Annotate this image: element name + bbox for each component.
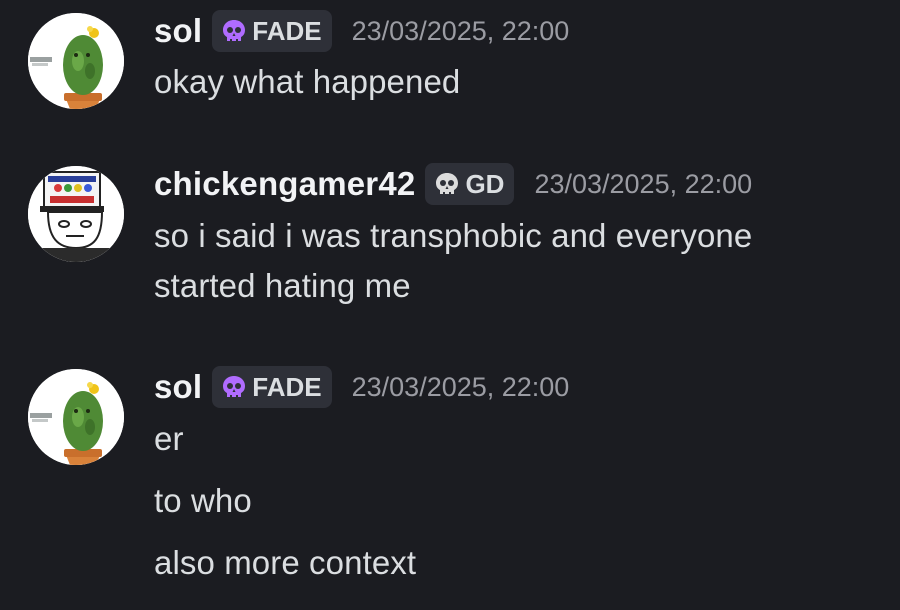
message-header: sol FADE 23/03/2025, 22:00 <box>154 10 569 52</box>
cactus-avatar-icon <box>28 369 124 465</box>
username[interactable]: sol <box>154 368 202 406</box>
chat-message-list: sol FADE 23/03/2025, 22:00 okay what hap… <box>0 0 900 610</box>
username[interactable]: chickengamer42 <box>154 165 415 203</box>
server-tag[interactable]: FADE <box>212 366 332 408</box>
skull-icon <box>223 376 246 397</box>
message-text: started hating me <box>154 267 411 304</box>
message-text: to who <box>154 482 252 519</box>
avatar[interactable] <box>28 13 124 109</box>
message-header: sol FADE 23/03/2025, 22:00 <box>154 366 569 408</box>
cactus-avatar-icon <box>28 13 124 109</box>
tag-label: FADE <box>252 371 322 402</box>
drawn-character-avatar-icon <box>28 166 124 262</box>
skull-icon <box>436 173 459 194</box>
timestamp[interactable]: 23/03/2025, 22:00 <box>534 169 752 200</box>
username[interactable]: sol <box>154 12 202 50</box>
message-text: so i said i was transphobic and everyone <box>154 217 753 254</box>
server-tag[interactable]: FADE <box>212 10 332 52</box>
avatar[interactable] <box>28 166 124 262</box>
tag-label: FADE <box>252 15 322 46</box>
message-header: chickengamer42 GD 23/03/2025, 22:00 <box>154 163 752 205</box>
message-text: also more context <box>154 544 417 581</box>
message-text: er <box>154 420 184 457</box>
skull-icon <box>223 20 246 41</box>
message-text: okay what happened <box>154 63 461 100</box>
timestamp[interactable]: 23/03/2025, 22:00 <box>352 16 570 47</box>
timestamp[interactable]: 23/03/2025, 22:00 <box>352 372 570 403</box>
avatar[interactable] <box>28 369 124 465</box>
tag-label: GD <box>465 168 505 199</box>
server-tag[interactable]: GD <box>425 163 515 205</box>
